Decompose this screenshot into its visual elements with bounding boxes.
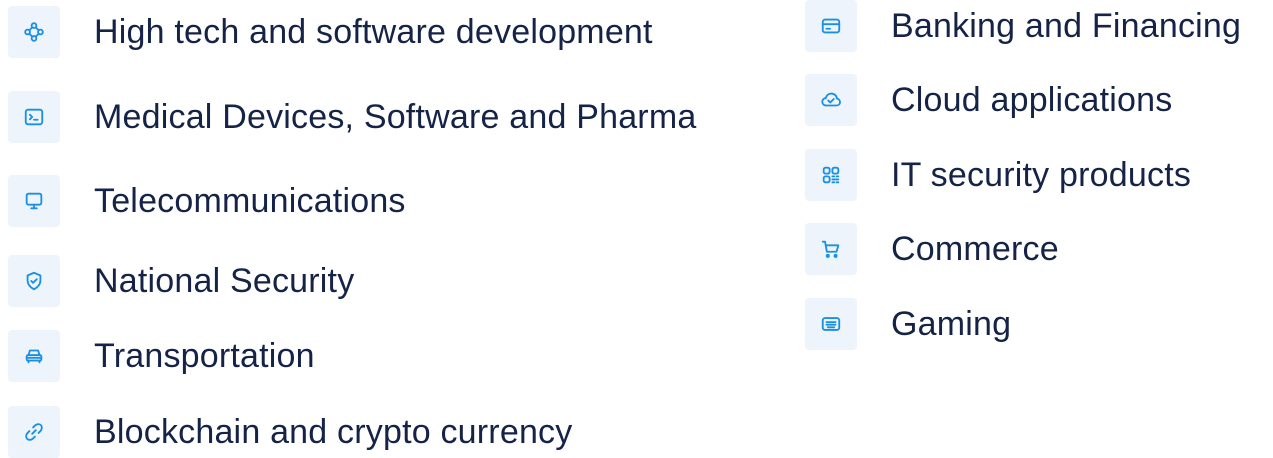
link-icon xyxy=(8,406,60,458)
industry-item-medical: Medical Devices, Software and Pharma xyxy=(8,91,696,143)
industry-label: Transportation xyxy=(94,336,315,375)
industry-item-banking: Banking and Financing xyxy=(805,0,1241,52)
industry-item-national-security: National Security xyxy=(8,255,354,307)
credit-card-icon xyxy=(805,0,857,52)
industry-item-gaming: Gaming xyxy=(805,298,1011,350)
industry-label: Blockchain and crypto currency xyxy=(94,412,573,451)
monitor-icon xyxy=(8,175,60,227)
network-nodes-icon xyxy=(8,6,60,58)
industry-item-telecom: Telecommunications xyxy=(8,175,406,227)
shopping-cart-icon xyxy=(805,223,857,275)
industry-label: Medical Devices, Software and Pharma xyxy=(94,97,697,136)
industry-label: Telecommunications xyxy=(94,181,406,220)
industry-label: Banking and Financing xyxy=(891,6,1242,45)
industry-label: Cloud applications xyxy=(891,80,1173,119)
car-icon xyxy=(8,330,60,382)
industry-label: High tech and software development xyxy=(94,12,653,51)
industry-item-it-security: IT security products xyxy=(805,149,1191,201)
qr-code-icon xyxy=(805,149,857,201)
industry-item-high-tech: High tech and software development xyxy=(8,6,653,58)
industry-item-cloud: Cloud applications xyxy=(805,74,1172,126)
industry-item-blockchain: Blockchain and crypto currency xyxy=(8,406,572,458)
cloud-check-icon xyxy=(805,74,857,126)
keyboard-icon xyxy=(805,298,857,350)
industry-item-commerce: Commerce xyxy=(805,223,1059,275)
industry-label: Commerce xyxy=(891,229,1059,268)
industry-item-transportation: Transportation xyxy=(8,330,315,382)
industry-label: IT security products xyxy=(891,155,1192,194)
terminal-icon xyxy=(8,91,60,143)
shield-check-icon xyxy=(8,255,60,307)
industry-label: National Security xyxy=(94,261,355,300)
industry-label: Gaming xyxy=(891,304,1012,343)
